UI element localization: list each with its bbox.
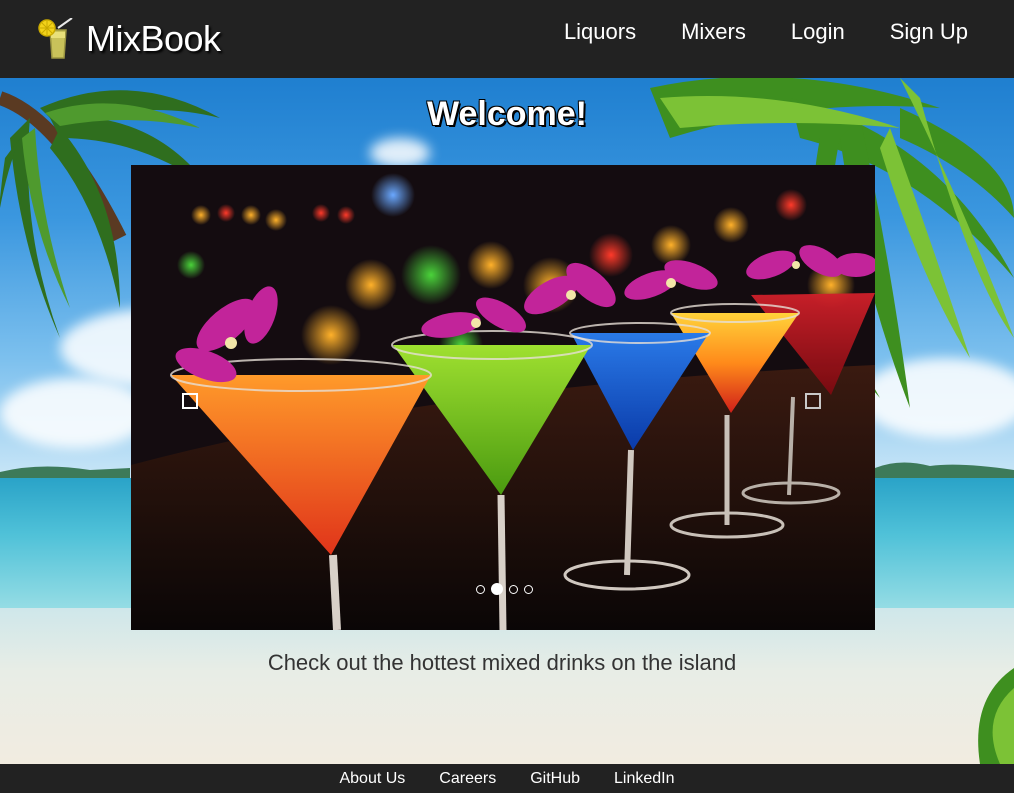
nav-signup-link[interactable]: Sign Up xyxy=(890,17,968,47)
top-navbar: MixBook Liquors Mixers Login Sign Up xyxy=(0,0,1014,78)
nav-mixers-link[interactable]: Mixers xyxy=(681,17,746,47)
cocktails-slide-image xyxy=(131,165,875,630)
carousel-next-button[interactable] xyxy=(805,393,821,409)
carousel-indicator[interactable] xyxy=(524,584,533,594)
nav-liquors-link[interactable]: Liquors xyxy=(564,17,636,47)
brand-name: MixBook xyxy=(86,18,221,59)
cloud xyxy=(370,138,430,168)
sand xyxy=(0,608,1014,764)
palm-tree-bottom-right xyxy=(978,668,1014,764)
footer-careers-link[interactable]: Careers xyxy=(439,770,496,788)
footer-github-link[interactable]: GitHub xyxy=(530,770,580,788)
footer-linkedin-link[interactable]: LinkedIn xyxy=(614,770,675,788)
carousel-indicator[interactable] xyxy=(509,584,518,594)
cocktail-glass-icon xyxy=(38,18,73,59)
tagline: Check out the hottest mixed drinks on th… xyxy=(267,650,737,675)
footer-about-link[interactable]: About Us xyxy=(339,770,405,788)
carousel-indicator-active[interactable] xyxy=(491,583,503,595)
welcome-heading: Welcome! xyxy=(427,95,587,133)
drinks-carousel[interactable] xyxy=(131,165,875,630)
carousel-indicators xyxy=(473,583,536,595)
carousel-indicator[interactable] xyxy=(476,584,485,594)
brand-home-link[interactable]: MixBook xyxy=(36,14,221,64)
nav-login-link[interactable]: Login xyxy=(791,17,845,47)
carousel-prev-button[interactable] xyxy=(182,393,198,409)
footer: About Us Careers GitHub LinkedIn xyxy=(0,764,1014,793)
main-nav: Liquors Mixers Login Sign Up xyxy=(519,17,968,47)
cloud xyxy=(0,378,150,448)
